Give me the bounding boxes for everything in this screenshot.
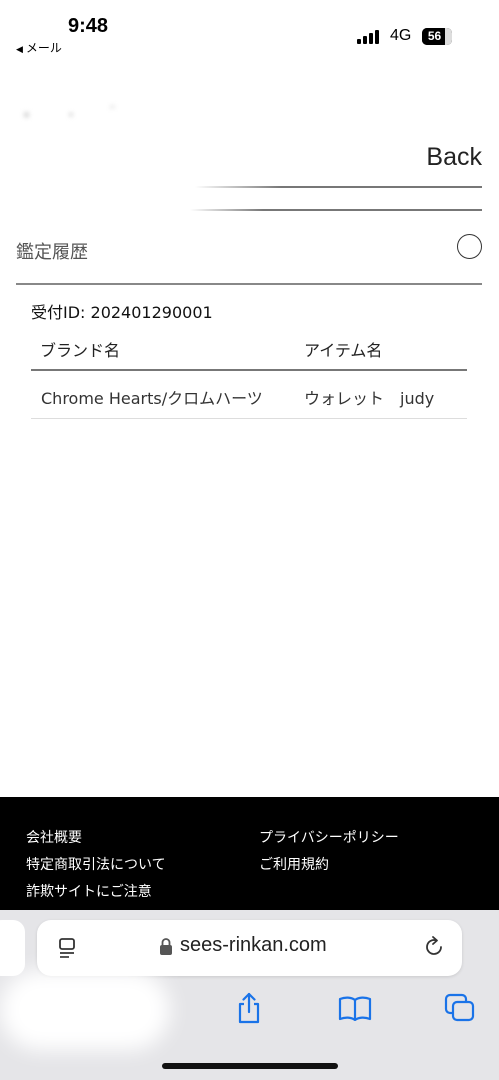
signal-icon bbox=[357, 30, 383, 44]
tabs-icon[interactable] bbox=[444, 993, 476, 1023]
table-header-divider bbox=[31, 369, 467, 371]
browser-toolbar: sees-rinkan.com bbox=[0, 910, 499, 1080]
footer-link-tokushoho[interactable]: 特定商取引法について bbox=[26, 854, 166, 874]
table-row-divider bbox=[31, 418, 467, 419]
footer: 会社概要 特定商取引法について 詐欺サイトにご注意 プライバシーポリシー ご利用… bbox=[0, 797, 499, 910]
footer-link-company[interactable]: 会社概要 bbox=[26, 827, 82, 847]
lock-icon bbox=[160, 938, 172, 955]
receipt-id: 受付ID: 202401290001 bbox=[31, 303, 213, 322]
table-cell-item: ウォレット judy bbox=[304, 389, 435, 408]
column-header-brand: ブランド名 bbox=[40, 341, 121, 360]
home-indicator[interactable] bbox=[162, 1063, 338, 1069]
reload-icon[interactable] bbox=[422, 935, 446, 959]
obscured-area bbox=[0, 970, 170, 1050]
battery-icon: 56 bbox=[422, 28, 452, 45]
divider bbox=[190, 209, 482, 211]
section-title: 鑑定履歴 bbox=[16, 242, 88, 263]
status-time: 9:48 bbox=[68, 15, 109, 37]
table-cell-brand: Chrome Hearts/クロムハーツ bbox=[41, 389, 263, 408]
faded-page-title: • ・ ゛ bbox=[20, 104, 141, 129]
page-menu-icon[interactable] bbox=[57, 937, 79, 959]
back-button[interactable]: Back bbox=[426, 143, 482, 172]
footer-link-privacy[interactable]: プライバシーポリシー bbox=[259, 827, 399, 847]
divider bbox=[16, 283, 482, 285]
back-to-app-link[interactable]: ◀ メール bbox=[16, 39, 62, 56]
footer-link-fraud-warning[interactable]: 詐欺サイトにご注意 bbox=[26, 881, 152, 901]
bookmarks-icon[interactable] bbox=[338, 995, 372, 1021]
battery-level: 56 bbox=[427, 29, 442, 43]
footer-link-terms[interactable]: ご利用規約 bbox=[259, 854, 329, 874]
network-type: 4G bbox=[390, 27, 412, 44]
divider bbox=[195, 186, 482, 188]
toggle-radio[interactable] bbox=[457, 234, 482, 259]
back-app-label: メール bbox=[25, 41, 62, 55]
url-text[interactable]: sees-rinkan.com bbox=[180, 934, 327, 957]
status-bar: 9:48 ◀ メール 4G 56 bbox=[0, 0, 499, 60]
column-header-item: アイテム名 bbox=[304, 341, 383, 360]
previous-tab-preview[interactable] bbox=[0, 920, 25, 976]
back-triangle-icon: ◀ bbox=[16, 45, 23, 55]
address-bar[interactable]: sees-rinkan.com bbox=[37, 920, 462, 976]
share-icon[interactable] bbox=[234, 992, 264, 1024]
